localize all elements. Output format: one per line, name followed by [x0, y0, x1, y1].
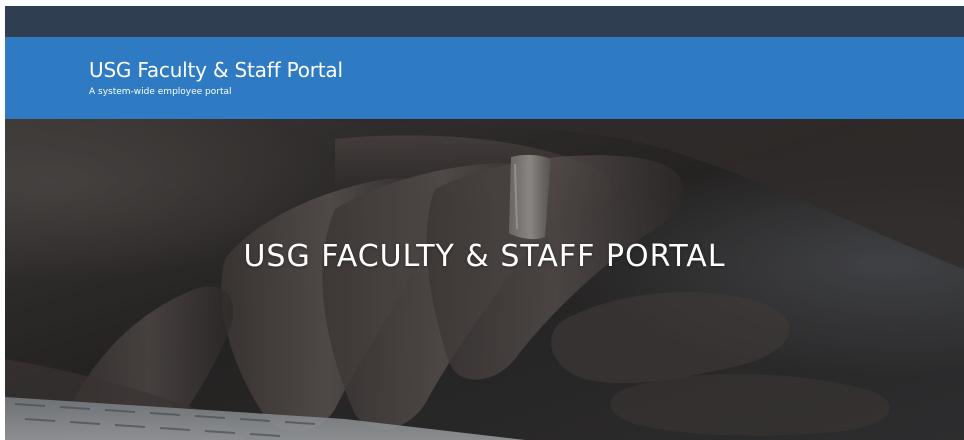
hero-heading: USG FACULTY & STAFF PORTAL — [243, 239, 726, 274]
hero-banner: USG FACULTY & STAFF PORTAL — [5, 119, 964, 440]
top-navigation-bar — [5, 6, 964, 37]
site-header: USG Faculty & Staff Portal A system-wide… — [5, 37, 964, 119]
site-tagline: A system-wide employee portal — [89, 87, 232, 97]
site-title-link[interactable]: USG Faculty & Staff Portal — [89, 58, 343, 82]
hands-on-keyboard-photo — [5, 119, 964, 440]
portal-page: USG Faculty & Staff Portal A system-wide… — [0, 0, 964, 440]
